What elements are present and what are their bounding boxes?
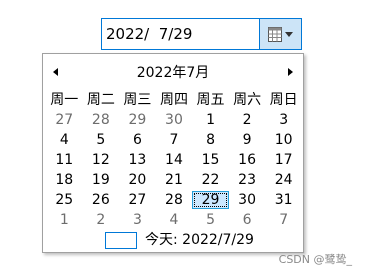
weekday-label: 周三 [123,92,152,108]
week-row: 11 12 13 14 15 16 17 [46,151,302,169]
day-cell[interactable]: 3 [265,111,302,129]
week-row: 25 26 27 28 29 30 31 [46,191,302,209]
weekday-label: 周四 [159,92,188,108]
day-cell[interactable]: 21 [156,171,193,189]
day-cell[interactable]: 19 [83,171,120,189]
day-cell[interactable]: 18 [46,171,83,189]
day-cell[interactable]: 10 [265,131,302,149]
date-picker[interactable] [101,18,302,50]
day-cell[interactable]: 30 [156,111,193,129]
day-cell[interactable]: 6 [229,211,266,229]
day-cell[interactable]: 2 [229,111,266,129]
weekday-label: 周二 [86,92,115,108]
week-row: 18 19 20 21 22 23 24 [46,171,302,189]
day-cell[interactable]: 3 [119,211,156,229]
week-row: 1 2 3 4 5 6 7 [46,211,302,229]
day-cell[interactable]: 24 [265,171,302,189]
day-cell[interactable]: 15 [192,151,229,169]
day-cell[interactable]: 4 [46,131,83,149]
day-cell[interactable]: 27 [119,191,156,209]
date-input[interactable] [102,19,260,49]
weekday-label: 周一 [50,92,79,108]
day-cell[interactable]: 14 [156,151,193,169]
day-cell[interactable]: 20 [119,171,156,189]
day-cell[interactable]: 31 [265,191,302,209]
day-cell[interactable]: 13 [119,151,156,169]
day-cell[interactable]: 7 [265,211,302,229]
day-cell[interactable]: 17 [265,151,302,169]
day-cell[interactable]: 25 [46,191,83,209]
chevron-down-icon [285,31,293,37]
month-title[interactable]: 2022年7月 [43,63,303,83]
day-cell[interactable]: 23 [229,171,266,189]
day-cell[interactable]: 1 [192,111,229,129]
day-cell[interactable]: 29 [119,111,156,129]
day-cell[interactable]: 28 [156,191,193,209]
calendar-icon [268,26,282,42]
today-footer[interactable]: 今天: 2022/7/29 [43,231,303,249]
weekday-label: 周六 [233,92,262,108]
day-cell[interactable]: 5 [192,211,229,229]
day-cell[interactable]: 4 [156,211,193,229]
day-cell[interactable]: 7 [156,131,193,149]
day-cell[interactable]: 5 [83,131,120,149]
day-cell[interactable]: 2 [83,211,120,229]
day-cell[interactable]: 27 [46,111,83,129]
week-row: 27 28 29 30 1 2 3 [46,111,302,129]
day-cell[interactable]: 12 [83,151,120,169]
day-cell[interactable]: 1 [46,211,83,229]
day-cell[interactable]: 28 [83,111,120,129]
day-cell[interactable]: 16 [229,151,266,169]
day-cell[interactable]: 11 [46,151,83,169]
today-label[interactable]: 今天: 2022/7/29 [145,231,254,249]
day-cell[interactable]: 9 [229,131,266,149]
weekday-header: 周一 周二 周三 周四 周五 周六 周日 [46,91,302,109]
day-cell[interactable]: 26 [83,191,120,209]
today-marker-box [105,232,137,249]
weekday-label: 周日 [269,92,298,108]
day-cell[interactable]: 22 [192,171,229,189]
next-month-icon[interactable] [288,68,293,76]
day-cell-selected[interactable]: 29 [192,191,229,209]
weekday-label: 周五 [196,92,225,108]
calendar-dropdown-button[interactable] [259,19,301,49]
day-cell[interactable]: 8 [192,131,229,149]
month-navigation: 2022年7月 [43,63,303,83]
watermark: CSDN @鹭鸷_ [278,253,352,266]
day-cell[interactable]: 30 [229,191,266,209]
calendar-popup: 2022年7月 周一 周二 周三 周四 周五 周六 周日 27 28 29 30… [42,53,304,253]
day-cell[interactable]: 6 [119,131,156,149]
week-row: 4 5 6 7 8 9 10 [46,131,302,149]
